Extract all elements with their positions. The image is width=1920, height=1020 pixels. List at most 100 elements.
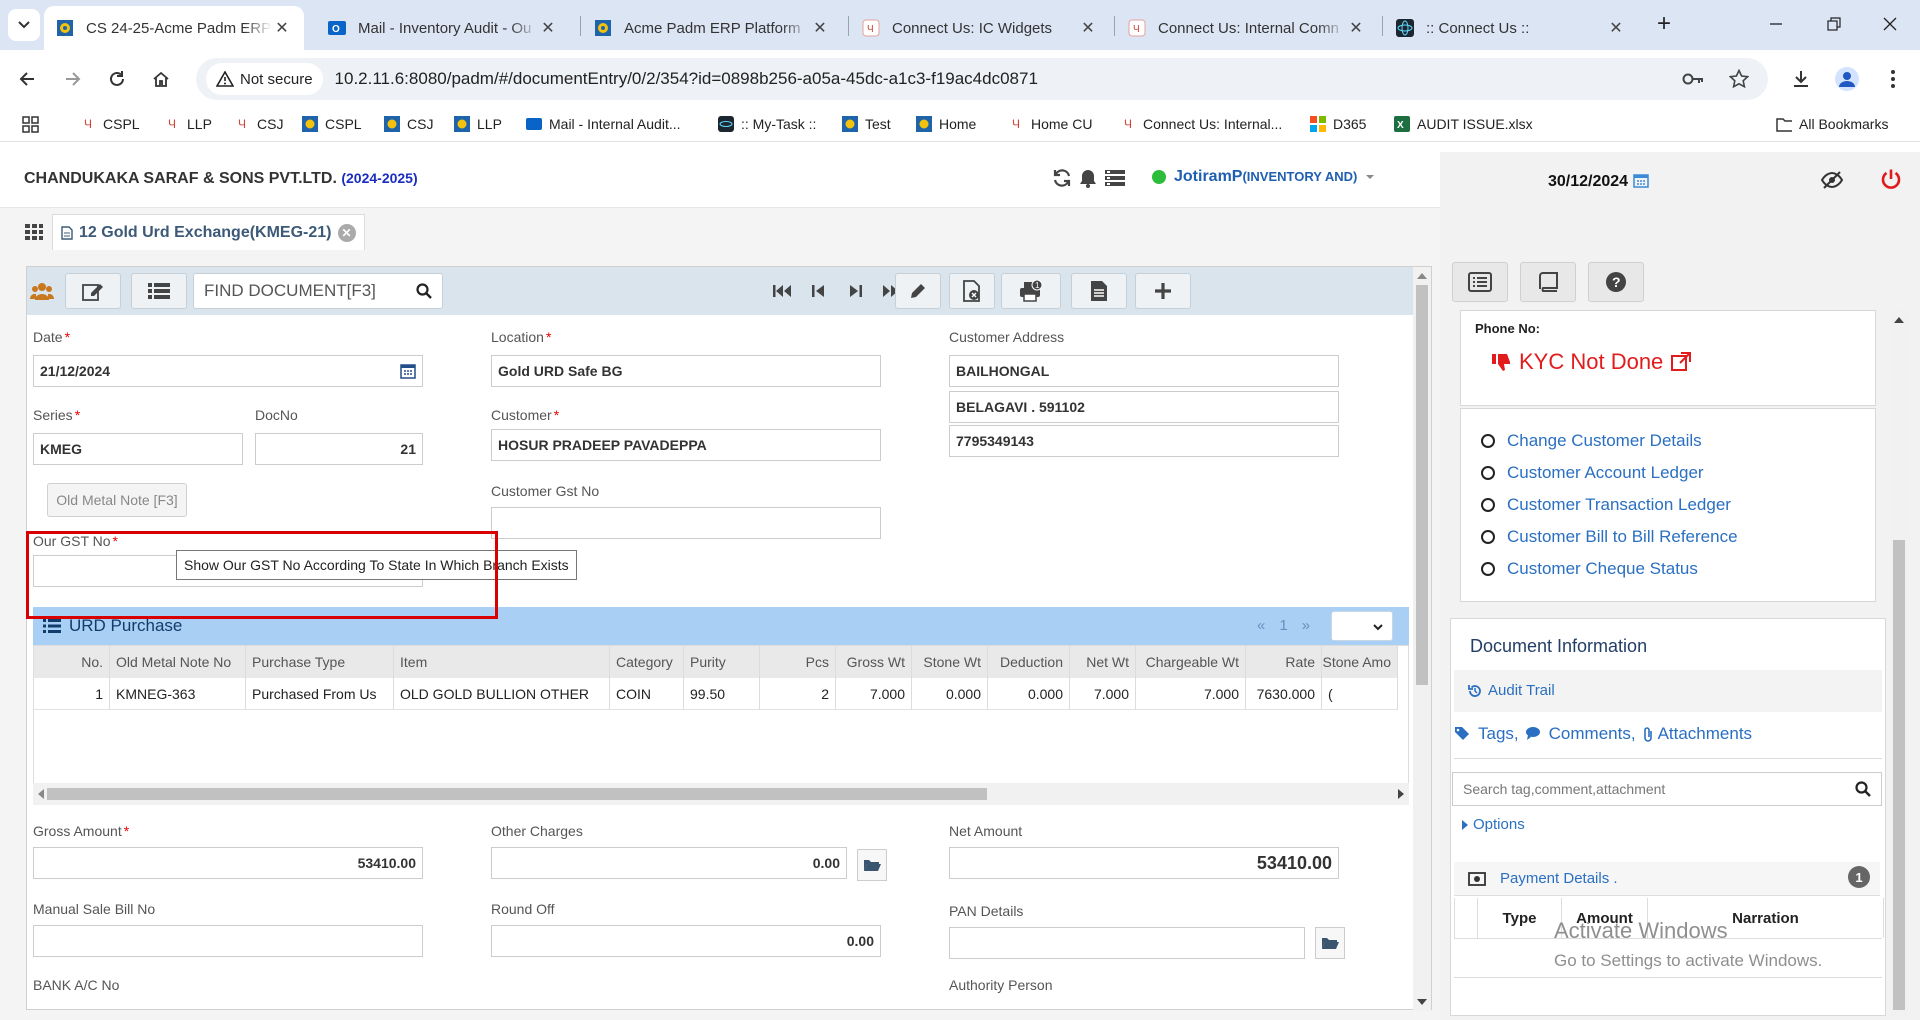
- change-customer-details-link[interactable]: Change Customer Details: [1481, 431, 1702, 451]
- table-cell[interactable]: COIN: [610, 678, 684, 709]
- column-header[interactable]: Deduction: [988, 646, 1070, 678]
- docno-field[interactable]: 21: [255, 433, 423, 465]
- bookmark-item[interactable]: Home: [916, 116, 976, 132]
- sidebar-tab-help[interactable]: ?: [1588, 262, 1644, 302]
- table-cell[interactable]: OLD GOLD BULLION OTHER: [394, 678, 610, 709]
- bookmark-item[interactable]: Test: [842, 116, 891, 132]
- address-line-2[interactable]: BELAGAVI . 591102: [949, 391, 1339, 423]
- next-record-button[interactable]: [839, 273, 873, 309]
- table-cell[interactable]: Purchased From Us: [246, 678, 394, 709]
- column-header[interactable]: Chargeable Wt: [1136, 646, 1246, 678]
- table-cell[interactable]: KMNEG-363: [110, 678, 246, 709]
- current-date[interactable]: 30/12/2024: [1548, 172, 1649, 191]
- refresh-icon[interactable]: [1052, 168, 1072, 188]
- bookmark-item[interactable]: Ч Home CU: [1008, 116, 1092, 132]
- bookmark-item[interactable]: Ч Connect Us: Internal...: [1120, 116, 1282, 132]
- sidebar-tab-details[interactable]: [1452, 262, 1508, 302]
- close-window-button[interactable]: [1870, 8, 1910, 40]
- eye-slash-icon[interactable]: [1820, 170, 1844, 190]
- close-tab-icon[interactable]: ✕: [810, 18, 830, 38]
- tags-link[interactable]: Tags,: [1454, 724, 1519, 744]
- customer-bill-reference-link[interactable]: Customer Bill to Bill Reference: [1481, 527, 1738, 547]
- home-button[interactable]: [144, 62, 178, 96]
- manual-sale-bill-field[interactable]: [33, 925, 423, 957]
- round-off-field[interactable]: 0.00: [491, 925, 881, 957]
- bookmark-item[interactable]: Ч CSPL: [80, 116, 140, 132]
- restore-window-button[interactable]: [1814, 8, 1854, 40]
- tab-search-button[interactable]: [8, 9, 40, 41]
- pager-page[interactable]: 1: [1279, 617, 1301, 634]
- pager-next[interactable]: »: [1302, 617, 1324, 634]
- other-charges-field[interactable]: 0.00: [491, 847, 847, 879]
- column-header[interactable]: Stone Amo: [1322, 646, 1398, 678]
- sidebar-vertical-scrollbar[interactable]: [1890, 310, 1908, 1016]
- power-icon[interactable]: [1880, 168, 1902, 190]
- reload-button[interactable]: [100, 62, 134, 96]
- close-tab-icon[interactable]: ✕: [538, 18, 558, 38]
- pager-prev[interactable]: «: [1257, 617, 1279, 634]
- new-tab-button[interactable]: +: [1644, 8, 1684, 40]
- close-tab-icon[interactable]: ✕: [1078, 18, 1098, 38]
- table-cell[interactable]: 7.000: [836, 678, 912, 709]
- column-header[interactable]: Item: [394, 646, 610, 678]
- bookmark-item[interactable]: Ч LLP: [164, 116, 212, 132]
- browser-tab-mail[interactable]: O Mail - Inventory Audit - Ou ✕: [316, 6, 570, 50]
- table-cell[interactable]: 0.000: [912, 678, 988, 709]
- document-tab[interactable]: 12 Gold Urd Exchange(KMEG-21) ✕: [52, 214, 365, 250]
- bookmark-item[interactable]: :: My-Task ::: [718, 116, 816, 132]
- column-header[interactable]: Category: [610, 646, 684, 678]
- scroll-down-icon[interactable]: [1417, 998, 1427, 1006]
- table-row[interactable]: 1 KMNEG-363 Purchased From Us OLD GOLD BULL…: [34, 678, 1398, 710]
- app-grid-icon[interactable]: [24, 223, 44, 241]
- scroll-left-icon[interactable]: [37, 789, 45, 799]
- previous-record-button[interactable]: [801, 273, 835, 309]
- tag-search-input[interactable]: [1463, 781, 1823, 797]
- scrollbar-thumb[interactable]: [1416, 285, 1428, 685]
- series-field[interactable]: KMEG: [33, 433, 243, 465]
- location-field[interactable]: Gold URD Safe BG: [491, 355, 881, 387]
- scroll-up-icon[interactable]: [1894, 316, 1904, 324]
- bookmark-item[interactable]: LLP: [454, 116, 502, 132]
- table-cell[interactable]: 0.000: [988, 678, 1070, 709]
- column-header[interactable]: Rate: [1246, 646, 1322, 678]
- close-tab-icon[interactable]: ✕: [1606, 18, 1626, 38]
- table-cell[interactable]: 99.50: [684, 678, 760, 709]
- bookmark-item[interactable]: Ч CSJ: [234, 116, 283, 132]
- audit-trail-link[interactable]: Audit Trail: [1468, 682, 1555, 699]
- close-tab-icon[interactable]: ✕: [1346, 18, 1366, 38]
- gross-amount-field[interactable]: 53410.00: [33, 847, 423, 879]
- column-header[interactable]: Net Wt: [1070, 646, 1136, 678]
- edit-button[interactable]: [65, 273, 121, 309]
- table-cell[interactable]: 7630.000: [1246, 678, 1322, 709]
- bookmark-item[interactable]: X AUDIT ISSUE.xlsx: [1394, 116, 1533, 132]
- bookmark-item[interactable]: D365: [1310, 116, 1366, 132]
- table-cell[interactable]: (: [1322, 678, 1398, 709]
- pan-details-field[interactable]: [949, 927, 1305, 959]
- cancel-document-button[interactable]: [949, 273, 995, 309]
- panel-vertical-scrollbar[interactable]: [1413, 267, 1431, 1011]
- password-manager-button[interactable]: [1676, 62, 1710, 96]
- apps-button[interactable]: [22, 116, 40, 134]
- all-bookmarks-button[interactable]: All Bookmarks: [1776, 116, 1888, 132]
- profile-button[interactable]: [1830, 62, 1864, 96]
- minimize-window-button[interactable]: [1756, 8, 1796, 40]
- options-toggle[interactable]: Options: [1462, 816, 1525, 833]
- attachments-link[interactable]: Attachments: [1642, 724, 1752, 744]
- column-header[interactable]: Stone Wt: [912, 646, 988, 678]
- customer-transaction-ledger-link[interactable]: Customer Transaction Ledger: [1481, 495, 1731, 515]
- column-header[interactable]: Gross Wt: [836, 646, 912, 678]
- modify-button[interactable]: [895, 273, 941, 309]
- close-tab-icon[interactable]: ✕: [272, 18, 292, 38]
- customer-gst-field[interactable]: [491, 507, 881, 539]
- payment-details-row[interactable]: Payment Details .: [1454, 862, 1880, 896]
- browser-tab-platform[interactable]: Acme Padm ERP Platform ✕: [582, 6, 842, 50]
- add-new-button[interactable]: [1135, 273, 1191, 309]
- table-cell[interactable]: 1: [34, 678, 110, 709]
- customer-cheque-status-link[interactable]: Customer Cheque Status: [1481, 559, 1698, 579]
- find-document-input[interactable]: [204, 281, 404, 301]
- date-field[interactable]: 21/12/2024: [33, 355, 423, 387]
- address-line-1[interactable]: BAILHONGAL: [949, 355, 1339, 387]
- table-cell[interactable]: 7.000: [1070, 678, 1136, 709]
- address-bar[interactable]: Not secure 10.2.11.6:8080/padm/#/documen…: [196, 58, 1768, 100]
- pan-details-button[interactable]: [1315, 927, 1345, 959]
